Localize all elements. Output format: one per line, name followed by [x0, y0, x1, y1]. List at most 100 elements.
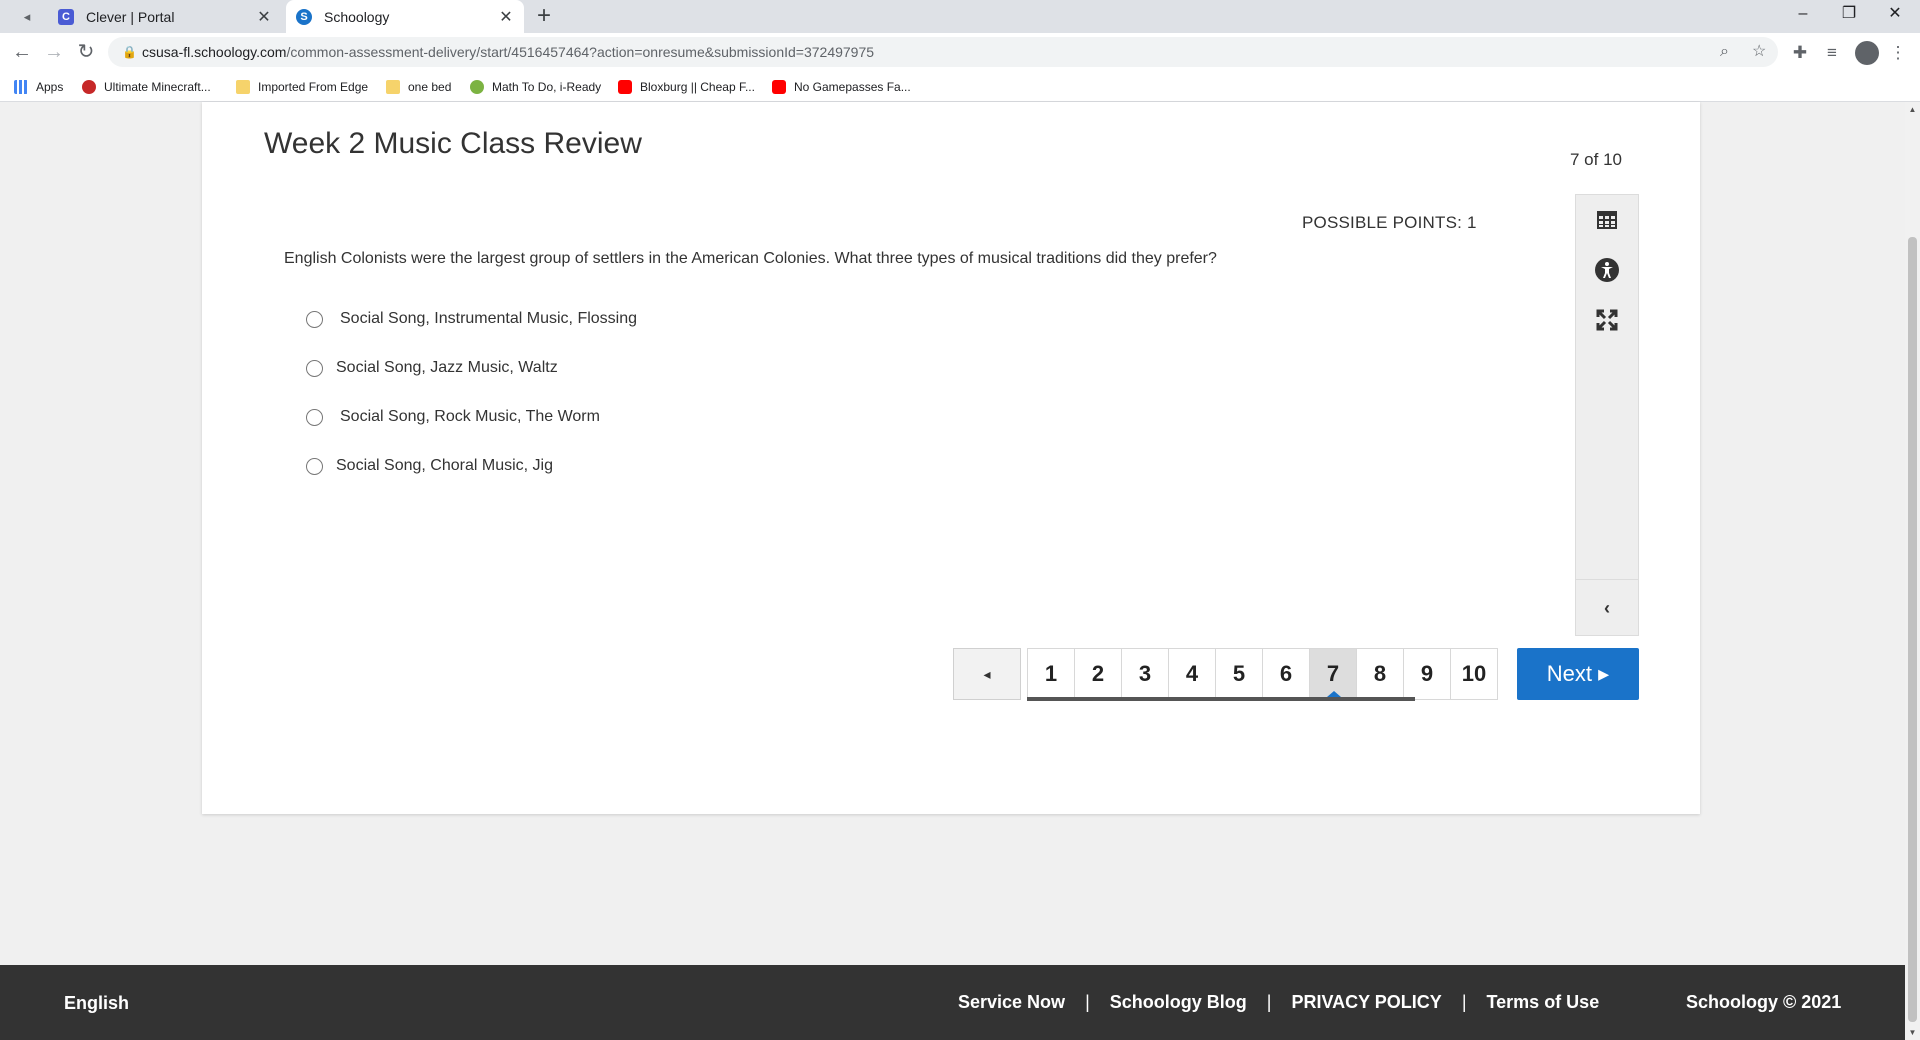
bookmark-apps[interactable]: Apps [14, 78, 63, 96]
bookmark-label: No Gamepasses Fa... [794, 80, 911, 94]
minimize-button[interactable]: – [1780, 0, 1826, 30]
site-footer: English Service Now | Schoology Blog | P… [0, 965, 1905, 1040]
footer-separator: | [1085, 992, 1090, 1012]
answer-option[interactable]: Social Song, Jazz Music, Waltz [306, 359, 558, 377]
menu-kebab-icon[interactable]: ⋮ [1886, 41, 1910, 65]
previous-button[interactable]: ◂ [953, 648, 1021, 700]
page-button-10[interactable]: 10 [1450, 648, 1498, 700]
address-bar[interactable]: 🔒 csusa-fl.schoology.com/common-assessme… [108, 37, 1778, 67]
footer-link-schoology-blog[interactable]: Schoology Blog [1110, 992, 1247, 1013]
reload-button[interactable]: ↻ [72, 39, 100, 67]
scrollbar-thumb[interactable] [1908, 237, 1917, 1022]
new-tab-button[interactable]: + [530, 4, 558, 30]
bookmark-ultimate-minecraft[interactable]: Ultimate Minecraft... [82, 78, 211, 96]
calculator-icon[interactable] [1592, 205, 1622, 235]
copyright-text: Schoology © 2021 [1686, 992, 1842, 1012]
tab-clever-portal[interactable]: C Clever | Portal ✕ [48, 0, 282, 33]
page-button-8[interactable]: 8 [1356, 648, 1404, 700]
answer-option[interactable]: Social Song, Rock Music, The Worm [306, 408, 600, 426]
youtube-icon [618, 80, 632, 94]
footer-links: Service Now | Schoology Blog | PRIVACY P… [958, 992, 1599, 1013]
page-button-2[interactable]: 2 [1074, 648, 1122, 700]
url-host: csusa-fl.schoology.com [142, 44, 287, 60]
apps-grid-icon [14, 80, 28, 94]
extensions-puzzle-icon[interactable]: ✚ [1788, 41, 1812, 65]
tab-search-icon[interactable]: ◂ [8, 6, 46, 28]
close-icon[interactable]: ✕ [496, 7, 516, 27]
bookmark-imported-from-edge[interactable]: Imported From Edge [236, 78, 368, 96]
back-button[interactable]: ← [8, 39, 36, 67]
footer-link-terms-of-use[interactable]: Terms of Use [1487, 992, 1600, 1013]
bookmark-label: Imported From Edge [258, 80, 369, 94]
language-selector[interactable]: English [64, 993, 129, 1014]
browser-toolbar: ← → ↻ 🔒 csusa-fl.schoology.com/common-as… [0, 33, 1920, 71]
tools-panel: ‹ [1575, 194, 1639, 636]
bookmark-label: Math To Do, i-Ready [492, 80, 602, 94]
lock-icon: 🔒 [122, 45, 137, 59]
url-path: /common-assessment-delivery/start/451645… [286, 44, 875, 60]
footer-separator: | [1266, 992, 1272, 1012]
tab-schoology[interactable]: S Schoology ✕ [286, 0, 524, 33]
page-button-5[interactable]: 5 [1215, 648, 1263, 700]
fullscreen-icon[interactable] [1592, 305, 1622, 335]
footer-link-privacy-policy[interactable]: PRIVACY POLICY [1291, 992, 1441, 1013]
option-label[interactable]: Social Song, Rock Music, The Worm [340, 408, 600, 426]
option-label[interactable]: Social Song, Jazz Music, Waltz [336, 359, 558, 377]
bookmark-no-gamepasses[interactable]: No Gamepasses Fa... [772, 78, 911, 96]
clever-c-icon: C [58, 8, 74, 25]
radio-button[interactable] [306, 457, 323, 475]
browser-tab-bar: ◂ C Clever | Portal ✕ S Schoology ✕ + – … [0, 0, 1920, 33]
close-icon[interactable]: ✕ [254, 7, 274, 27]
iready-icon [470, 80, 484, 94]
bookmark-one-bed[interactable]: one bed [386, 78, 451, 96]
tab-title: Schoology [324, 8, 390, 25]
folder-icon [236, 80, 250, 94]
page-scrollbar[interactable]: ▲ ▼ [1905, 102, 1920, 1040]
answer-option[interactable]: Social Song, Choral Music, Jig [306, 457, 553, 475]
minecraft-icon [82, 80, 96, 94]
question-counter: 7 of 10 [1570, 150, 1622, 169]
collapse-panel-button[interactable]: ‹ [1576, 579, 1638, 635]
bookmark-iready[interactable]: Math To Do, i-Ready [470, 78, 601, 96]
footer-separator: | [1461, 992, 1467, 1012]
page-button-7-current[interactable]: 7 [1309, 648, 1357, 700]
page-button-4[interactable]: 4 [1168, 648, 1216, 700]
next-button[interactable]: Next ▸ [1517, 648, 1639, 700]
answer-option[interactable]: Social Song, Instrumental Music, Flossin… [306, 310, 637, 328]
option-label[interactable]: Social Song, Instrumental Music, Flossin… [340, 310, 637, 328]
assessment-title: Week 2 Music Class Review [264, 127, 642, 160]
radio-button[interactable] [306, 310, 323, 328]
tab-title: Clever | Portal [86, 8, 175, 25]
page-content: Week 2 Music Class Review 7 of 10 POSSIB… [0, 102, 1905, 1040]
bookmark-label: Apps [36, 80, 64, 94]
bookmark-label: one bed [408, 80, 452, 94]
bookmark-bloxburg[interactable]: Bloxburg || Cheap F... [618, 78, 755, 96]
scroll-up-arrow-icon[interactable]: ▲ [1905, 102, 1920, 117]
url-text: csusa-fl.schoology.com/common-assessment… [142, 37, 874, 67]
profile-avatar[interactable] [1855, 41, 1879, 65]
youtube-icon [772, 80, 786, 94]
zoom-icon[interactable]: ⌕ [1720, 37, 1729, 67]
possible-points: POSSIBLE POINTS: 1 [1302, 213, 1477, 232]
bookmark-star-icon[interactable]: ☆ [1752, 37, 1766, 67]
scroll-down-arrow-icon[interactable]: ▼ [1905, 1025, 1920, 1040]
radio-button[interactable] [306, 359, 323, 377]
footer-link-service-now[interactable]: Service Now [958, 992, 1065, 1013]
question-text: English Colonists were the largest group… [284, 250, 1217, 267]
bookmark-label: Bloxburg || Cheap F... [640, 80, 755, 94]
media-queue-icon[interactable]: ≡ [1820, 41, 1844, 65]
restore-button[interactable]: ❐ [1826, 0, 1872, 30]
option-label[interactable]: Social Song, Choral Music, Jig [336, 457, 553, 475]
question-pagination: 1 2 3 4 5 6 7 8 9 10 [1027, 648, 1498, 700]
forward-button[interactable]: → [40, 39, 68, 67]
page-button-9[interactable]: 9 [1403, 648, 1451, 700]
accessibility-icon[interactable] [1592, 255, 1622, 285]
answered-progress-line [1027, 697, 1415, 701]
bookmarks-bar: Apps Ultimate Minecraft... Imported From… [0, 71, 1920, 102]
radio-button[interactable] [306, 408, 323, 426]
folder-icon [386, 80, 400, 94]
page-button-3[interactable]: 3 [1121, 648, 1169, 700]
close-window-button[interactable]: ✕ [1872, 0, 1918, 30]
page-button-6[interactable]: 6 [1262, 648, 1310, 700]
page-button-1[interactable]: 1 [1027, 648, 1075, 700]
